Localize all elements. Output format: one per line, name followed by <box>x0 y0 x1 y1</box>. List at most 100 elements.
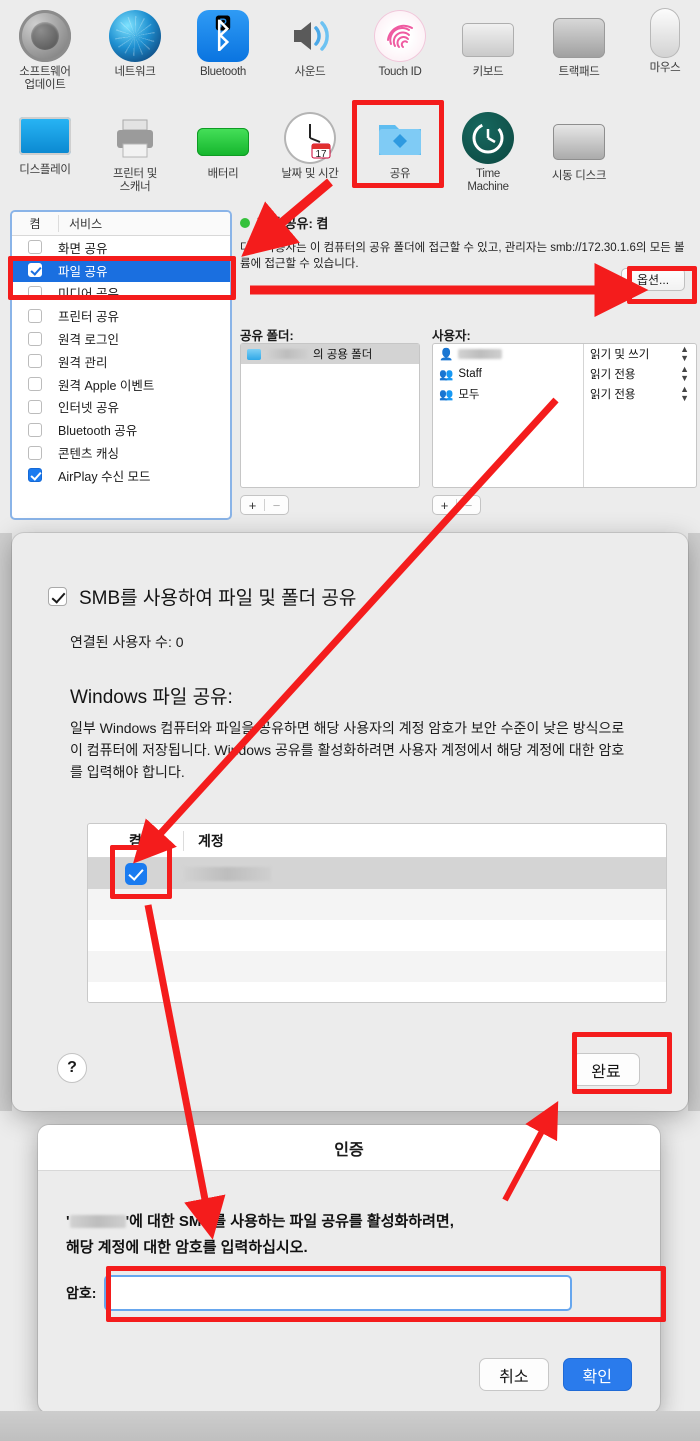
folder-add-remove-group[interactable]: + − <box>240 495 289 515</box>
remove-folder-button[interactable]: − <box>265 498 288 513</box>
account-row[interactable] <box>88 858 666 889</box>
account-enable-checkbox[interactable] <box>88 862 183 885</box>
service-checkbox[interactable] <box>12 377 58 392</box>
accounts-table-header: 켬 계정 <box>88 824 666 858</box>
pref-item-time-machine[interactable]: Time Machine <box>443 112 533 194</box>
pref-item-printer-scanner[interactable]: 프린터 및 스캐너 <box>90 112 180 194</box>
add-user-button[interactable]: + <box>433 498 456 513</box>
service-row-remote-apple-events[interactable]: 원격 Apple 이벤트 <box>12 373 230 396</box>
system-preferences-grid: 소프트웨어 업데이트 네트워크 ᛒ Bluetooth 사운드 <box>0 0 700 205</box>
service-checkbox[interactable] <box>12 468 58 483</box>
account-row[interactable] <box>88 889 666 920</box>
service-checkbox[interactable] <box>12 308 58 323</box>
done-button[interactable]: 완료 <box>572 1053 640 1086</box>
permission-popup[interactable]: 읽기 전용 ▲ ▼ <box>584 364 696 384</box>
connected-users-count: 연결된 사용자 수: 0 <box>70 634 184 650</box>
pref-label: 디스플레이 <box>19 164 71 176</box>
service-checkbox[interactable] <box>12 399 58 414</box>
service-checkbox[interactable] <box>12 331 58 346</box>
folder-icon <box>247 348 261 360</box>
user-row[interactable]: 👥 모두 <box>433 384 583 404</box>
ok-button[interactable]: 확인 <box>562 1358 632 1391</box>
redacted-account-name <box>69 1215 126 1228</box>
user-row[interactable]: 👥 Staff <box>433 364 583 384</box>
pref-item-display[interactable]: 디스플레이 <box>0 112 90 177</box>
pref-item-network[interactable]: 네트워크 <box>90 10 180 79</box>
pref-item-touch-id[interactable]: Touch ID <box>355 10 445 79</box>
account-row[interactable] <box>88 982 666 1002</box>
service-row-printer-sharing[interactable]: 프린터 공유 <box>12 304 230 327</box>
help-button[interactable]: ? <box>57 1053 87 1083</box>
pref-label: 날짜 및 시간 <box>281 168 339 180</box>
account-row[interactable] <box>88 951 666 982</box>
service-row-screen-sharing[interactable]: 화면 공유 <box>12 236 230 259</box>
pref-label: 공유 <box>389 168 411 180</box>
person-icon: 👤 <box>439 349 454 361</box>
remove-user-button[interactable]: − <box>457 498 480 513</box>
shared-folders-label: 공유 폴더: <box>240 329 294 343</box>
chevron-updown-icon: ▲ ▼ <box>680 384 689 403</box>
service-row-content-caching[interactable]: 콘텐츠 캐싱 <box>12 441 230 464</box>
pref-item-startup-disk[interactable]: 시동 디스크 <box>534 118 624 183</box>
battery-icon <box>197 128 249 156</box>
service-label: 원격 로그인 <box>58 333 119 348</box>
group-icon: 👥 <box>439 369 454 381</box>
smb-enable-checkbox[interactable] <box>48 587 67 606</box>
account-row[interactable] <box>88 920 666 951</box>
background-window-left-edge <box>0 533 12 1111</box>
service-checkbox[interactable] <box>12 354 58 369</box>
chevron-updown-icon: ▲ ▼ <box>680 364 689 383</box>
cancel-button[interactable]: 취소 <box>479 1358 549 1391</box>
pref-item-battery[interactable]: 배터리 <box>178 118 268 181</box>
options-button[interactable]: 옵션... <box>621 268 685 291</box>
service-checkbox[interactable] <box>12 445 58 460</box>
permission-popup[interactable]: 읽기 및 쓰기 ▲ ▼ <box>584 344 696 364</box>
password-label: 암호: <box>66 1285 97 1301</box>
pref-item-mouse[interactable]: 마우스 <box>620 8 700 75</box>
startup-disk-icon <box>553 124 605 160</box>
smb-accounts-table[interactable]: 켬 계정 <box>87 823 667 1003</box>
password-input[interactable] <box>104 1275 573 1311</box>
smb-enable-checkbox-row[interactable]: SMB를 사용하여 파일 및 폴더 공유 <box>48 583 688 610</box>
pref-item-keyboard[interactable]: 키보드 <box>443 14 533 79</box>
smb-options-sheet: SMB를 사용하여 파일 및 폴더 공유 연결된 사용자 수: 0 Window… <box>12 533 688 1111</box>
pref-item-sound[interactable]: 사운드 <box>265 10 355 79</box>
service-checkbox[interactable] <box>12 240 58 255</box>
pref-item-bluetooth[interactable]: ᛒ Bluetooth <box>178 10 268 79</box>
services-list[interactable]: 켬 서비스 화면 공유 파일 공유 미디어 공유 프린터 공유 원격 로그인 원… <box>10 210 232 520</box>
service-checkbox[interactable] <box>12 422 58 437</box>
service-row-remote-login[interactable]: 원격 로그인 <box>12 327 230 350</box>
users-list[interactable]: 👤 👥 Staff 👥 모두 읽기 및 쓰기 ▲ ▼ 읽기 전용 ▲ ▼ 읽기 … <box>432 343 697 488</box>
printer-scanner-icon <box>109 112 161 164</box>
add-folder-button[interactable]: + <box>241 498 264 513</box>
sharing-detail-panel: 파일 공유: 켬 다른 사용자는 이 컴퓨터의 공유 폴더에 접근할 수 있고,… <box>240 205 690 291</box>
pref-item-date-time[interactable]: 17 날짜 및 시간 <box>265 112 355 181</box>
service-checkbox[interactable] <box>12 263 58 278</box>
pref-item-sharing[interactable]: 공유 <box>355 112 445 181</box>
service-row-remote-management[interactable]: 원격 관리 <box>12 350 230 373</box>
pref-label: 프린터 및 스캐너 <box>112 168 157 193</box>
sharing-preference-pane: 켬 서비스 화면 공유 파일 공유 미디어 공유 프린터 공유 원격 로그인 원… <box>0 205 700 550</box>
service-row-airplay-receiver[interactable]: AirPlay 수신 모드 <box>12 464 230 487</box>
service-row-bluetooth-sharing[interactable]: Bluetooth 공유 <box>12 418 230 441</box>
service-checkbox[interactable] <box>12 285 58 300</box>
service-row-media-sharing[interactable]: 미디어 공유 <box>12 282 230 305</box>
user-row[interactable]: 👤 <box>433 344 583 364</box>
users-label: 사용자: <box>432 329 471 343</box>
pref-label: 배터리 <box>207 168 239 180</box>
pref-item-trackpad[interactable]: 트랙패드 <box>534 12 624 79</box>
permission-popup[interactable]: 읽기 전용 ▲ ▼ <box>584 384 696 404</box>
service-row-internet-sharing[interactable]: 인터넷 공유 <box>12 396 230 419</box>
pref-item-software-update[interactable]: 소프트웨어 업데이트 <box>0 10 90 92</box>
service-label: 프린터 공유 <box>58 310 119 325</box>
display-icon <box>19 117 71 155</box>
shared-folder-row[interactable]: 의 공용 폴더 <box>241 344 419 364</box>
shared-folders-list[interactable]: 의 공용 폴더 <box>240 343 420 488</box>
redacted-account-name <box>183 866 271 881</box>
keyboard-icon <box>462 23 514 57</box>
service-row-file-sharing[interactable]: 파일 공유 <box>12 258 230 282</box>
user-add-remove-group[interactable]: + − <box>432 495 481 515</box>
date-time-icon: 17 <box>284 112 336 164</box>
everyone-icon: 👥 <box>439 389 454 401</box>
service-label: 콘텐츠 캐싱 <box>58 447 119 462</box>
